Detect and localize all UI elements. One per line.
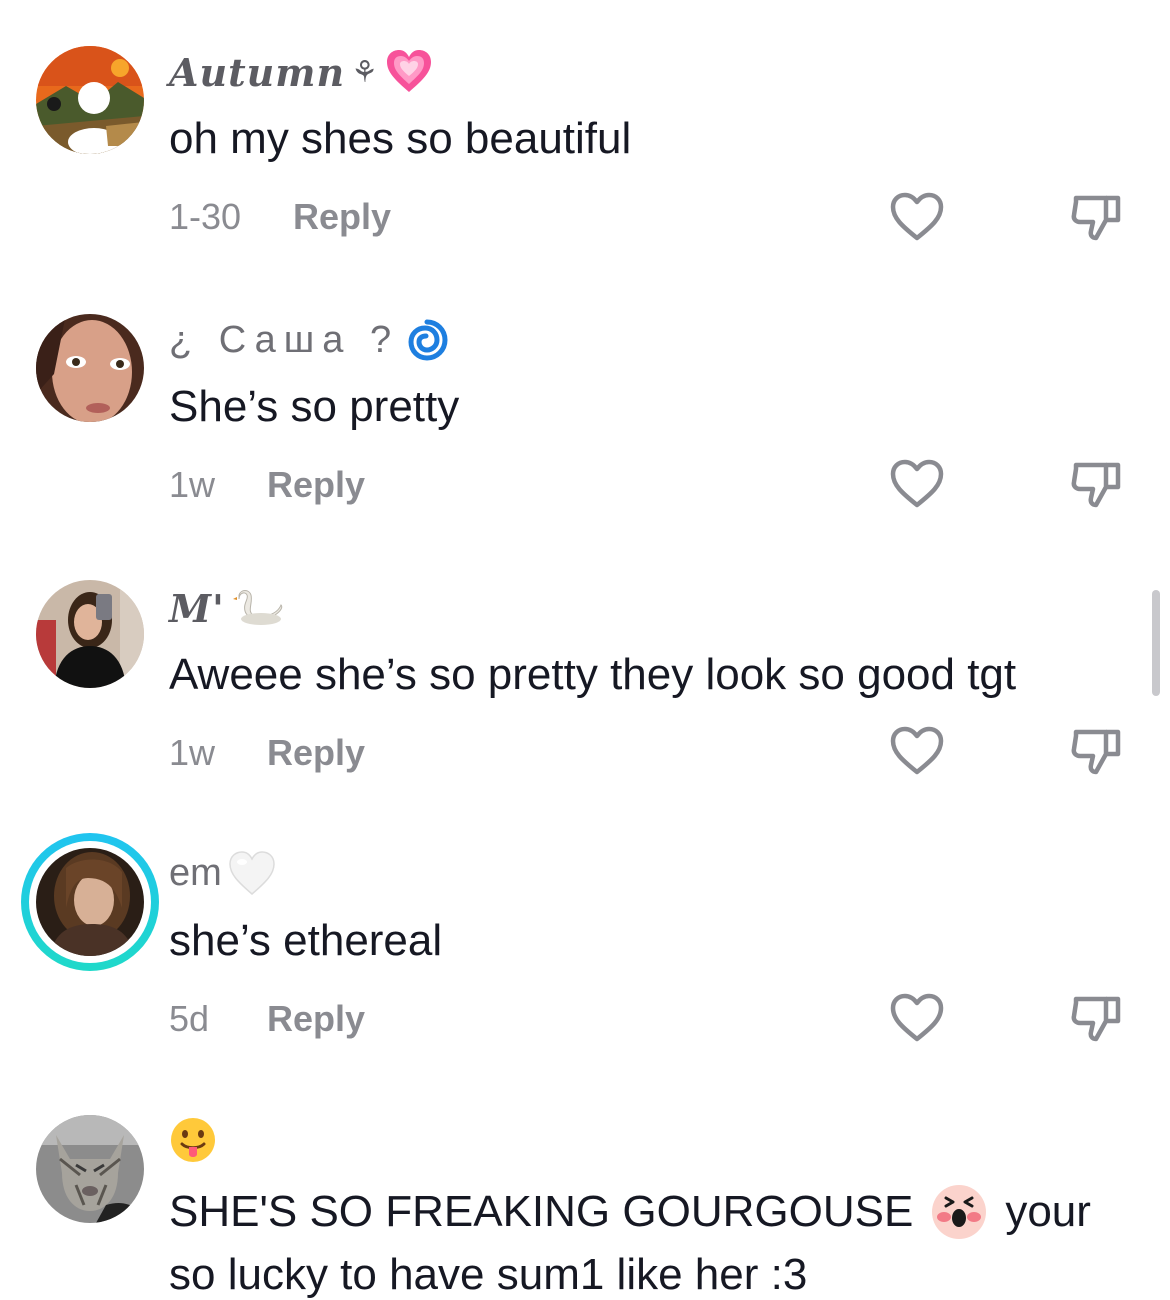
like-heart-icon[interactable] [888,190,946,244]
timestamp: 1w [169,732,216,773]
comment-item: ¿ Саша ? She’s so pretty 1w Reply [0,270,1170,540]
reply-button[interactable]: Reply [293,196,391,238]
username-text: Autumn [169,49,346,95]
flower-symbol: ⚘ [351,54,380,90]
comment-item: SHE'S SO FREAKING GOURGOUSE your so luck… [0,1080,1170,1299]
username[interactable]: em [169,850,276,896]
avatar-image [36,1115,144,1223]
comment-text-line2: so lucky to have sum1 like her :3 [169,1250,808,1299]
avatar[interactable] [36,314,144,422]
reply-button[interactable]: Reply [267,998,365,1040]
avatar [36,848,144,956]
avatar[interactable] [36,46,144,154]
dislike-icon[interactable] [1068,190,1126,244]
timestamp: 1w [169,464,216,505]
swan-icon [232,589,282,625]
comment-meta: 1-30 Reply [169,196,391,238]
username-text: M' [169,586,225,631]
username-text: ¿ Саша ? [169,318,400,361]
comment-text: she’s ethereal [169,916,443,965]
avatar-story-ring[interactable] [21,833,159,971]
laughing-blush-face-icon [932,1185,987,1239]
white-heart-icon [229,851,275,895]
username[interactable]: M' [169,586,285,631]
dislike-icon[interactable] [1068,991,1126,1045]
scrollbar[interactable] [1152,590,1160,696]
dislike-icon[interactable] [1068,724,1126,778]
timestamp: 5d [169,998,210,1039]
comment-item: em she’s ethereal 5d Reply [0,810,1170,1080]
comment-item: Autumn ⚘ oh my shes so beautiful 1-30 Re… [0,0,1170,270]
username[interactable]: ¿ Саша ? [169,318,449,362]
comment-text: oh my shes so beautiful [169,114,632,163]
tongue-face-icon [171,1118,215,1162]
cyclone-icon [407,319,448,361]
comment-text: SHE'S SO FREAKING GOURGOUSE your [169,1184,1091,1240]
comment-meta: 5d Reply [169,998,365,1040]
avatar[interactable] [36,580,144,688]
timestamp: 1-30 [169,196,242,237]
like-heart-icon[interactable] [888,457,946,511]
comment-text: She’s so pretty [169,382,460,431]
comment-meta: 1w Reply [169,464,365,506]
avatar-image [36,46,144,154]
avatar[interactable] [36,1115,144,1223]
avatar-image [36,314,144,422]
sparkling-heart-icon [387,50,432,92]
comment-text-part: your [1005,1187,1091,1236]
comment-item: M' Aweee she’s so pretty they look so go… [0,540,1170,810]
like-heart-icon[interactable] [888,724,946,778]
comment-text-part: SHE'S SO FREAKING GOURGOUSE [169,1187,914,1236]
avatar-image [36,848,144,956]
dislike-icon[interactable] [1068,457,1126,511]
username[interactable]: Autumn ⚘ [169,48,433,96]
reply-button[interactable]: Reply [267,732,365,774]
reply-button[interactable]: Reply [267,464,365,506]
like-heart-icon[interactable] [888,991,946,1045]
avatar-image [36,580,144,688]
username[interactable] [169,1116,217,1164]
username-text: em [169,851,222,894]
comment-meta: 1w Reply [169,732,365,774]
comment-text: Aweee she’s so pretty they look so good … [169,650,1017,699]
